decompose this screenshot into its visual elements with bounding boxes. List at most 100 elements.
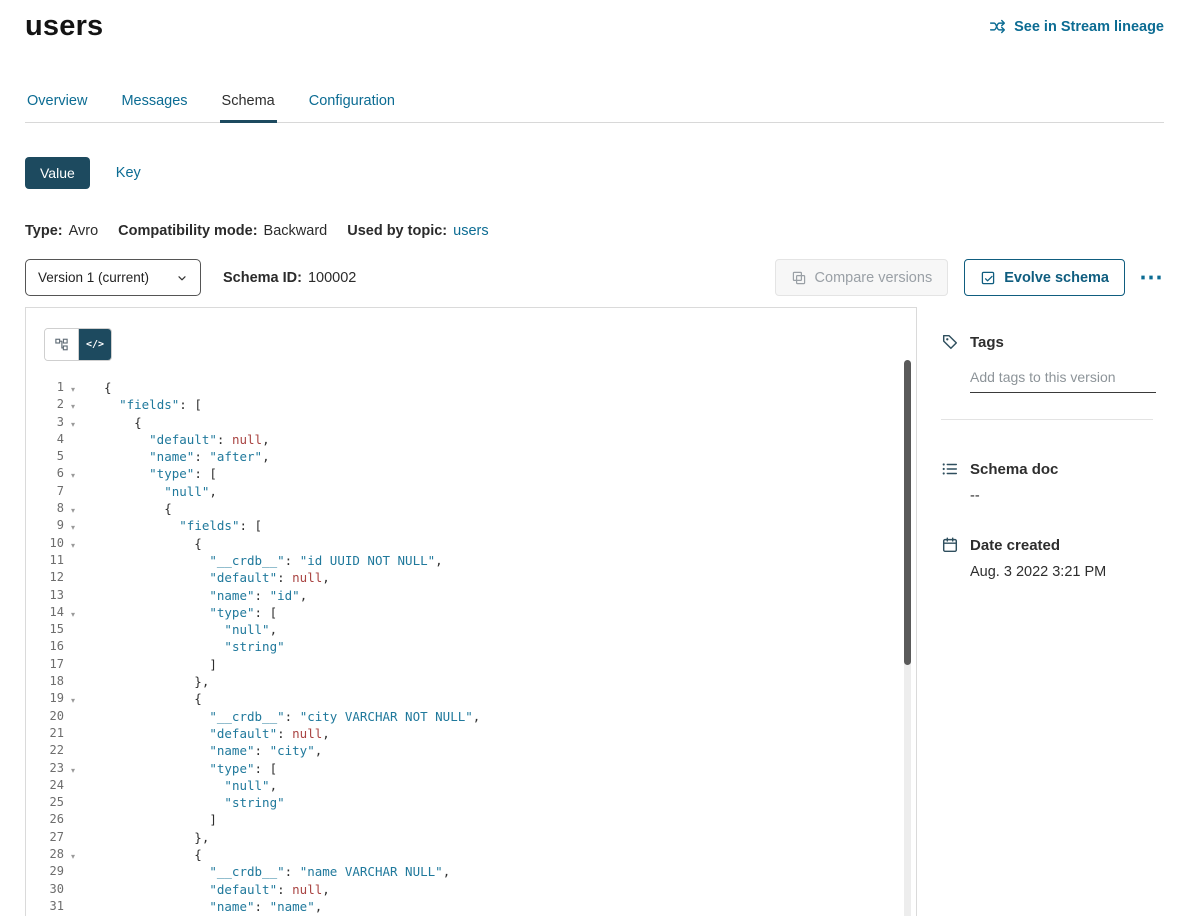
more-options-button[interactable]: ⋯ [1139, 268, 1164, 288]
code-line: 19▾ { [26, 690, 916, 707]
collapse-caret-icon[interactable]: ▾ [64, 519, 82, 536]
collapse-caret-icon[interactable]: ▾ [64, 416, 82, 433]
line-number: 14 [26, 604, 64, 621]
line-number: 12 [26, 569, 64, 586]
schema-sidebar: Tags Schema doc -- Date created Aug. 3 2… [917, 307, 1164, 916]
tag-icon [941, 333, 959, 351]
date-created-title: Date created [970, 537, 1060, 554]
tags-title: Tags [970, 334, 1004, 351]
line-number: 18 [26, 673, 64, 690]
line-number: 7 [26, 483, 64, 500]
topic-label: Used by topic: [347, 223, 447, 239]
collapse-caret-icon[interactable]: ▾ [64, 692, 82, 709]
code-line: 13 "name": "id", [26, 587, 916, 604]
code-line: 9▾ "fields": [ [26, 517, 916, 534]
code-text: "fields": [ [82, 396, 202, 413]
line-number: 24 [26, 777, 64, 794]
code-line: 31 "name": "name", [26, 898, 916, 915]
code-line: 12 "default": null, [26, 569, 916, 586]
schema-page: users See in Stream lineage Overview Mess… [0, 0, 1189, 916]
version-select[interactable]: Version 1 (current) [25, 259, 201, 296]
line-number: 21 [26, 725, 64, 742]
code-line: 14▾ "type": [ [26, 604, 916, 621]
tab-schema[interactable]: Schema [220, 85, 277, 123]
tags-input[interactable] [970, 367, 1156, 393]
schema-doc-title: Schema doc [970, 461, 1058, 478]
collapse-caret-icon[interactable]: ▾ [64, 848, 82, 865]
code-line: 15 "null", [26, 621, 916, 638]
code-line: 1▾{ [26, 379, 916, 396]
code-text: "name": "after", [82, 448, 270, 465]
collapse-caret-icon[interactable]: ▾ [64, 381, 82, 398]
line-number: 28 [26, 846, 64, 863]
line-number: 23 [26, 760, 64, 777]
stream-lineage-label: See in Stream lineage [1014, 19, 1164, 35]
code-text: { [82, 379, 112, 396]
caret-spacer [64, 554, 82, 571]
code-text: "default": null, [82, 569, 330, 586]
schema-code: 1▾{2▾ "fields": [3▾ {4 "default": null,5… [26, 379, 916, 916]
code-line: 7 "null", [26, 483, 916, 500]
stream-lineage-icon [989, 18, 1006, 35]
caret-spacer [64, 883, 82, 900]
type-label: Type: [25, 223, 63, 239]
code-line: 6▾ "type": [ [26, 465, 916, 482]
line-number: 1 [26, 379, 64, 396]
version-select-value: Version 1 (current) [38, 270, 149, 285]
code-text: "string" [82, 794, 285, 811]
editor-view-toggle: </> [44, 328, 112, 361]
stream-lineage-link[interactable]: See in Stream lineage [989, 18, 1164, 35]
line-number: 20 [26, 708, 64, 725]
caret-spacer [64, 640, 82, 657]
code-line: 5 "name": "after", [26, 448, 916, 465]
line-number: 30 [26, 881, 64, 898]
caret-spacer [64, 589, 82, 606]
line-number: 25 [26, 794, 64, 811]
line-number: 15 [26, 621, 64, 638]
code-line: 24 "null", [26, 777, 916, 794]
collapse-caret-icon[interactable]: ▾ [64, 398, 82, 415]
tab-configuration[interactable]: Configuration [307, 85, 397, 122]
code-text: "name": "name", [82, 898, 322, 915]
caret-spacer [64, 865, 82, 882]
key-tab-button[interactable]: Key [116, 165, 141, 181]
code-line: 21 "default": null, [26, 725, 916, 742]
line-number: 5 [26, 448, 64, 465]
line-number: 8 [26, 500, 64, 517]
code-text: { [82, 690, 202, 707]
schema-doc-section-header: Schema doc [941, 460, 1164, 478]
schema-id-value: 100002 [308, 270, 356, 286]
code-view-button[interactable]: </> [78, 329, 111, 360]
collapse-caret-icon[interactable]: ▾ [64, 502, 82, 519]
compare-versions-button[interactable]: Compare versions [775, 259, 949, 296]
line-number: 27 [26, 829, 64, 846]
editor-scrollbar[interactable] [904, 360, 911, 916]
collapse-caret-icon[interactable]: ▾ [64, 467, 82, 484]
code-text: "null", [82, 483, 217, 500]
topic-link[interactable]: users [453, 223, 488, 239]
editor-scrollbar-thumb[interactable] [904, 360, 911, 665]
code-text: { [82, 500, 172, 517]
collapse-caret-icon[interactable]: ▾ [64, 537, 82, 554]
value-tab-button[interactable]: Value [25, 157, 90, 189]
line-number: 26 [26, 811, 64, 828]
code-line: 4 "default": null, [26, 431, 916, 448]
evolve-schema-button[interactable]: Evolve schema [964, 259, 1125, 296]
date-created-value: Aug. 3 2022 3:21 PM [970, 564, 1164, 580]
collapse-caret-icon[interactable]: ▾ [64, 606, 82, 623]
value-key-toggle: Value Key [25, 157, 1164, 189]
caret-spacer [64, 623, 82, 640]
code-text: "type": [ [82, 465, 217, 482]
code-line: 29 "__crdb__": "name VARCHAR NULL", [26, 863, 916, 880]
caret-spacer [64, 450, 82, 467]
code-view-icon: </> [86, 339, 104, 350]
collapse-caret-icon[interactable]: ▾ [64, 762, 82, 779]
compare-versions-icon [791, 270, 807, 286]
line-number: 22 [26, 742, 64, 759]
code-text: "fields": [ [82, 517, 262, 534]
tab-messages[interactable]: Messages [119, 85, 189, 122]
tree-view-button[interactable] [45, 329, 78, 360]
code-line: 30 "default": null, [26, 881, 916, 898]
code-text: "__crdb__": "name VARCHAR NULL", [82, 863, 450, 880]
tab-overview[interactable]: Overview [25, 85, 89, 122]
